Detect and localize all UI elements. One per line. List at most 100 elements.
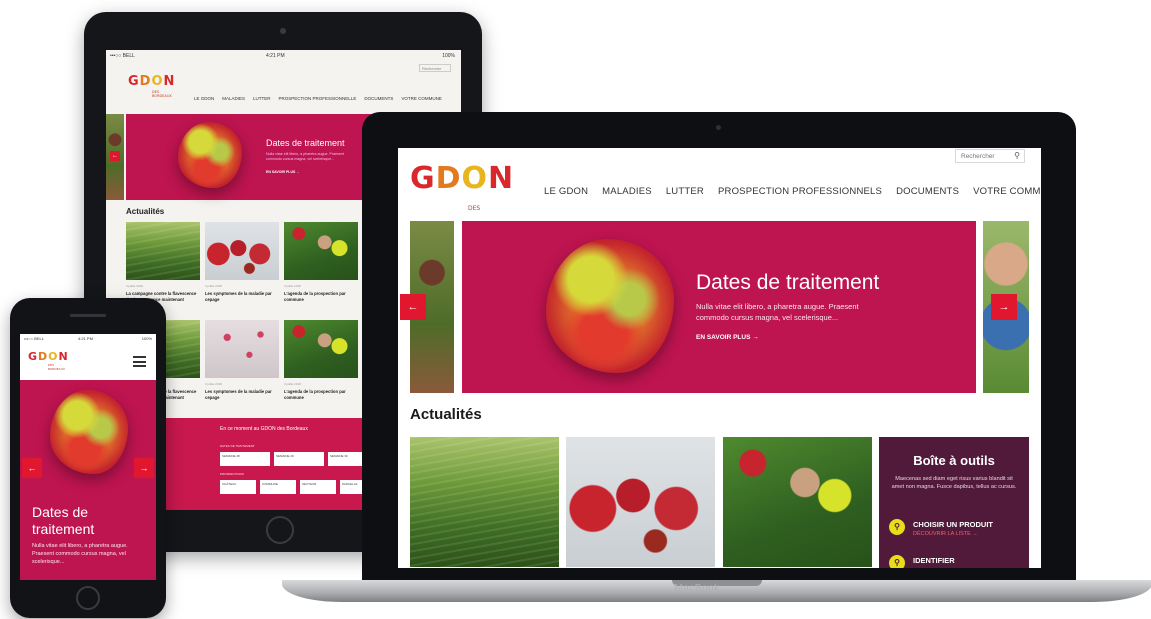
tablet-week-pill-2[interactable]: SEMAINE 29 xyxy=(274,452,324,466)
phone-battery: 100% xyxy=(141,336,152,341)
laptop-main-nav: LE GDON MALADIES LUTTER PROSPECTION PROF… xyxy=(544,186,1041,197)
tablet-week-pill-1[interactable]: SEMAINE 28 xyxy=(220,452,270,466)
tablet-news-image-3[interactable] xyxy=(284,222,358,280)
tablet-logo[interactable]: GDON DES BORDEAUX xyxy=(128,74,176,98)
phone-hero-text: Nulla vitae elit libero, a pharetra augu… xyxy=(32,543,128,565)
tablet-band-label-prospections: PROSPECTIONS xyxy=(220,472,244,476)
tablet-status-bar: •••○○ BELL 4:21 PM 100% xyxy=(106,50,461,62)
logo-letter-d: D xyxy=(139,74,152,89)
tablet-home-button[interactable] xyxy=(266,516,294,544)
nav-prospection[interactable]: PROSPECTION PROFESSIONNELS xyxy=(718,186,882,197)
leaf-image xyxy=(178,122,242,188)
tablet-nav-documents[interactable]: DOCUMENTS xyxy=(364,96,393,101)
tablet-news-title-2[interactable]: Les symptomes de la maladie par cepage xyxy=(205,291,279,302)
logo-letter-n: N xyxy=(488,161,515,196)
logo-subtitle: DES BORDEAUX xyxy=(152,90,172,98)
laptop-search-placeholder: Rechercher xyxy=(961,153,995,160)
toolbox-identify[interactable]: IDENTIFIER xyxy=(913,556,955,565)
tablet-nav-lutter[interactable]: LUTTER xyxy=(253,96,271,101)
phone-time: 4:21 PM xyxy=(78,336,93,341)
tablet-battery: 100% xyxy=(442,53,455,59)
toolbox-list-link[interactable]: DÉCOUVRIR LA LISTE → xyxy=(913,531,978,537)
arrow-right-icon: → xyxy=(752,334,759,341)
toolbox-choose-product[interactable]: CHOISIR UN PRODUIT xyxy=(913,520,993,529)
news-heading: Actualités xyxy=(410,406,482,423)
tablet-camera xyxy=(280,28,286,34)
tablet-hero-text: Nulla vitae elit libero, a pharetra augu… xyxy=(266,152,344,161)
laptop-notch xyxy=(672,580,762,586)
tablet-news-image-6[interactable] xyxy=(284,320,358,378)
phone-speaker xyxy=(70,314,106,317)
nav-lutter[interactable]: LUTTER xyxy=(666,186,704,197)
tablet-news-date-3: 3 juillet 2018 xyxy=(284,284,301,288)
nav-votre-commune[interactable]: VOTRE COMMUNE xyxy=(973,186,1041,197)
toolbox-title: Boîte à outils xyxy=(913,453,995,468)
logo-letter-g: G xyxy=(28,350,39,363)
tablet-main-nav: LE GDON MALADIES LUTTER PROSPECTION PROF… xyxy=(194,96,442,101)
tablet-prospect-pill-2[interactable]: COMMUNE xyxy=(260,480,296,494)
tablet-news-date-6: 3 juillet 2018 xyxy=(284,382,301,386)
search-icon[interactable]: ⚲ xyxy=(1014,151,1020,160)
logo-letter-d: D xyxy=(435,161,462,196)
logo-letter-n: N xyxy=(58,350,69,363)
tablet-news-image-2[interactable] xyxy=(205,222,279,280)
tablet-news-date-5: 3 juillet 2018 xyxy=(205,382,222,386)
hero-slide: Dates de traitement Nulla vitae elit lib… xyxy=(462,221,976,393)
news-card-image-1[interactable] xyxy=(410,437,559,567)
hero-prev-arrow-icon[interactable]: ← xyxy=(400,294,426,320)
hamburger-menu-icon[interactable] xyxy=(133,356,146,370)
tablet-nav-commune[interactable]: VOTRE COMMUNE xyxy=(401,96,442,101)
tablet-nav-prospection[interactable]: PROSPECTION PROFESSIONNELLE xyxy=(279,96,357,101)
logo-letter-d: D xyxy=(38,350,49,363)
tablet-nav-maladies[interactable]: MALADIES xyxy=(222,96,245,101)
news-card-image-2[interactable] xyxy=(566,437,715,567)
hero-more-link[interactable]: EN SAVOIR PLUS → xyxy=(696,334,759,341)
identify-icon[interactable]: ⚲ xyxy=(889,555,905,568)
laptop-search-input[interactable]: Rechercher ⚲ xyxy=(955,149,1025,163)
leaf-image xyxy=(50,390,128,474)
laptop-camera xyxy=(716,125,721,130)
nav-le-gdon[interactable]: LE GDON xyxy=(544,186,588,197)
laptop-screen: Rechercher ⚲ GDON DES BORDEAUX LE GDON M… xyxy=(398,148,1041,568)
tablet-news-image-5[interactable] xyxy=(205,320,279,378)
tablet-hero-more-link[interactable]: EN SAVOIR PLUS → xyxy=(266,170,300,174)
tablet-news-title-6[interactable]: L'agenda de la prospection par commune xyxy=(284,389,358,400)
magnifier-icon[interactable]: ⚲ xyxy=(889,519,905,535)
phone-home-button[interactable] xyxy=(76,586,100,610)
hero-next-arrow-icon[interactable]: → xyxy=(991,294,1017,320)
tablet-news-date-1: 3 juillet 2018 xyxy=(126,284,143,288)
phone-prev-arrow-icon[interactable]: ← xyxy=(22,458,42,478)
leaf-image xyxy=(546,239,674,373)
phone-logo[interactable]: GDON DES BORDEAUX xyxy=(28,350,69,371)
tablet-news-title-5[interactable]: Les symptomes de la maladie par cepage xyxy=(205,389,279,400)
tablet-prospect-pill-3[interactable]: SECTEUR xyxy=(300,480,336,494)
logo-letter-n: N xyxy=(163,74,176,89)
phone-next-arrow-icon[interactable]: → xyxy=(134,458,154,478)
tablet-prospect-pill-1[interactable]: CHÂTEAU xyxy=(220,480,256,494)
laptop-logo[interactable]: GDON DES BORDEAUX xyxy=(410,161,515,243)
tablet-carrier: •••○○ BELL xyxy=(110,53,135,59)
phone-carrier: •••○○ BELL xyxy=(24,336,44,341)
phone-device: •••○○ BELL 4:21 PM 100% GDON DES BORDEAU… xyxy=(10,298,166,618)
tablet-news-title-3[interactable]: L'agenda de la prospection par commune xyxy=(284,291,358,302)
news-card-image-3[interactable] xyxy=(723,437,872,567)
tablet-nav-le-gdon[interactable]: LE GDON xyxy=(194,96,214,101)
phone-hero-slide: ← → Dates de traitement Nulla vitae elit… xyxy=(20,380,156,580)
tablet-news-image-1[interactable] xyxy=(126,222,200,280)
tablet-hero-prev-arrow-icon[interactable]: ← xyxy=(110,151,120,161)
tablet-time: 4:21 PM xyxy=(266,53,285,59)
nav-documents[interactable]: DOCUMENTS xyxy=(896,186,959,197)
hero-more-label: EN SAVOIR PLUS xyxy=(696,334,751,341)
logo-letter-o: O xyxy=(461,161,489,196)
tablet-search-input[interactable]: Recherche xyxy=(419,64,451,72)
nav-maladies[interactable]: MALADIES xyxy=(602,186,652,197)
tablet-now-heading: En ce moment au GDON des Bordeaux xyxy=(220,426,308,432)
toolbox-panel: Boîte à outils Maecenas sed diam eget ri… xyxy=(879,437,1029,568)
phone-hero-title: Dates de traitement xyxy=(32,504,95,537)
laptop-base xyxy=(282,580,1151,602)
laptop-device: Rechercher ⚲ GDON DES BORDEAUX LE GDON M… xyxy=(362,112,1076,582)
tablet-band-label-dates: DATES DE TRAITEMENT xyxy=(220,444,255,448)
logo-letter-g: G xyxy=(128,74,140,89)
hero-text: Nulla vitae elit libero, a pharetra augu… xyxy=(696,302,859,322)
tablet-news-heading: Actualités xyxy=(126,207,165,216)
